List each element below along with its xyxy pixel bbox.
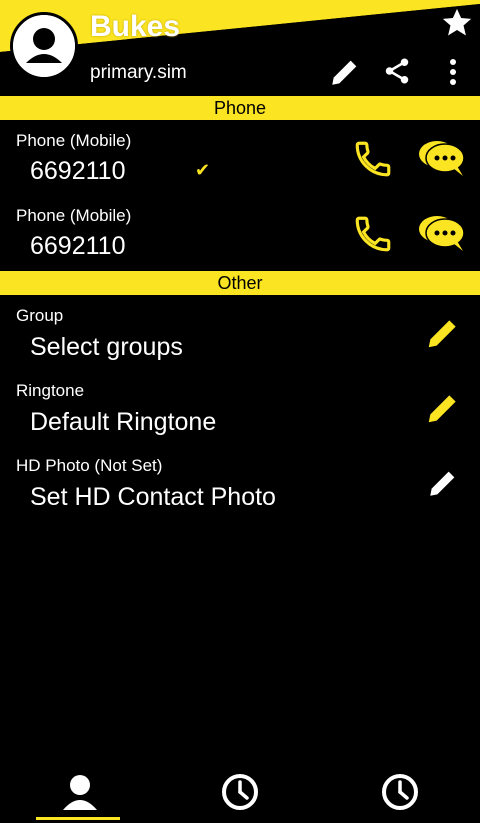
edit-icon[interactable] xyxy=(328,55,362,89)
group-value[interactable]: Select groups xyxy=(30,333,183,362)
edit-group-icon[interactable] xyxy=(424,314,462,352)
edit-ringtone-icon[interactable] xyxy=(424,389,462,427)
phone-1-number[interactable]: 6692110 xyxy=(30,157,125,186)
message-icon[interactable] xyxy=(417,213,467,253)
ringtone-label: Ringtone xyxy=(16,381,85,400)
account-label: primary.sim xyxy=(90,62,187,83)
contact-header: Bukes primary.sim xyxy=(0,0,480,96)
ringtone-value[interactable]: Default Ringtone xyxy=(30,408,216,437)
primary-check-icon: ✔ xyxy=(195,160,211,180)
message-icon[interactable] xyxy=(417,138,467,178)
group-label: Group xyxy=(16,306,64,325)
call-icon[interactable] xyxy=(352,138,394,180)
avatar[interactable] xyxy=(10,12,78,80)
section-header-phone: Phone xyxy=(0,96,480,120)
phone-2-number[interactable]: 6692110 xyxy=(30,232,125,261)
call-icon[interactable] xyxy=(352,213,394,255)
contact-name[interactable]: Bukes xyxy=(90,10,180,44)
active-tab-indicator xyxy=(36,817,120,820)
hd-photo-label: HD Photo (Not Set) xyxy=(16,456,163,475)
recent-calls-tab-icon[interactable] xyxy=(220,772,260,812)
share-icon[interactable] xyxy=(382,56,412,86)
edit-photo-icon[interactable] xyxy=(426,466,460,500)
star-icon[interactable] xyxy=(440,6,474,40)
history-tab-icon[interactable] xyxy=(380,772,420,812)
phone-1-label: Phone (Mobile) xyxy=(16,131,132,150)
bottom-navigation xyxy=(0,760,480,823)
hd-photo-value[interactable]: Set HD Contact Photo xyxy=(30,483,276,512)
phone-2-label: Phone (Mobile) xyxy=(16,206,132,225)
person-avatar-icon xyxy=(13,15,75,77)
contact-tab-icon[interactable] xyxy=(61,772,99,812)
more-vert-icon[interactable] xyxy=(444,58,462,86)
section-header-other: Other xyxy=(0,271,480,295)
